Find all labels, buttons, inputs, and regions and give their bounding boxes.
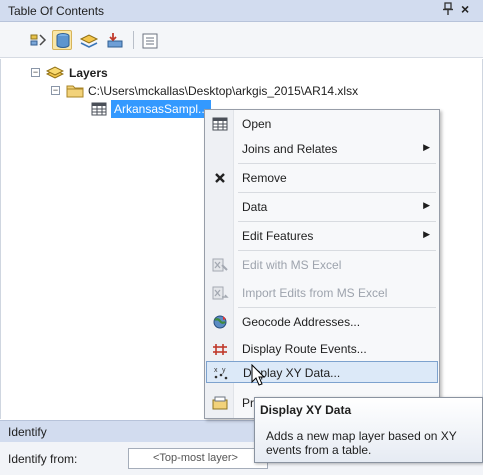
mouse-cursor-icon [251, 363, 267, 388]
table-icon [91, 102, 107, 121]
menu-item-data[interactable]: Data ▶ [206, 196, 438, 218]
menu-item-label: Display Route Events... [242, 342, 367, 356]
excel-edit-icon [211, 257, 229, 273]
toc-toolbar [0, 22, 483, 58]
list-by-selection-icon[interactable] [104, 30, 124, 50]
menu-item-import-edits-excel[interactable]: Import Edits from MS Excel [206, 282, 438, 304]
collapse-icon[interactable]: − [31, 68, 40, 77]
layers-label: Layers [69, 66, 108, 80]
menu-item-label: Geocode Addresses... [242, 315, 361, 329]
menu-item-label: Data [242, 200, 268, 214]
identify-from-dropdown[interactable]: <Top-most layer> [128, 448, 268, 469]
menu-separator [238, 250, 436, 251]
toolbar-separator [133, 31, 134, 49]
menu-item-display-xy-data[interactable]: xy Display XY Data... [206, 361, 438, 383]
menu-item-edit-with-excel[interactable]: Edit with MS Excel [206, 254, 438, 276]
folder-path: C:\Users\mckallas\Desktop\arkgis_2015\AR… [88, 84, 359, 98]
excel-import-icon [211, 285, 229, 301]
route-events-icon [211, 341, 229, 357]
folder-icon [66, 83, 84, 104]
selected-table-label[interactable]: ArkansasSampl... [111, 100, 212, 118]
geocode-icon [211, 314, 229, 330]
xy-data-icon: xy [212, 365, 230, 381]
menu-item-joins-and-relates[interactable]: Joins and Relates ▶ [206, 138, 438, 160]
properties-icon [211, 395, 229, 411]
menu-separator [238, 163, 436, 164]
list-by-source-icon[interactable] [52, 30, 72, 50]
list-by-visibility-icon[interactable] [78, 30, 99, 50]
layers-icon [45, 65, 65, 86]
table-icon [211, 116, 229, 132]
submenu-arrow-icon: ▶ [423, 229, 430, 239]
menu-item-edit-features[interactable]: Edit Features ▶ [206, 225, 438, 247]
collapse-icon[interactable]: − [51, 86, 60, 95]
menu-item-geocode-addresses[interactable]: Geocode Addresses... [206, 311, 438, 333]
menu-separator [238, 221, 436, 222]
tooltip-title: Display XY Data [260, 403, 352, 417]
identify-title: Identify [8, 425, 47, 439]
pin-icon[interactable] [442, 2, 454, 19]
close-icon[interactable]: × [461, 1, 469, 17]
options-icon[interactable] [139, 30, 159, 50]
menu-item-label: Edit with MS Excel [242, 258, 342, 272]
tooltip: Display XY Data Adds a new map layer bas… [254, 397, 483, 463]
svg-text:y: y [222, 367, 226, 374]
menu-item-label: Import Edits from MS Excel [242, 286, 388, 300]
menu-item-remove[interactable]: Remove [206, 167, 438, 189]
context-menu: Open Joins and Relates ▶ Remove Data ▶ E… [204, 109, 440, 419]
menu-item-label: Joins and Relates [242, 142, 338, 156]
submenu-arrow-icon: ▶ [423, 142, 430, 152]
menu-item-label: Pr [242, 396, 254, 410]
menu-item-label: Open [242, 117, 272, 131]
tooltip-description: Adds a new map layer based on XY events … [266, 429, 457, 457]
list-by-drawing-order-icon[interactable] [27, 30, 47, 50]
menu-item-display-route-events[interactable]: Display Route Events... [206, 338, 438, 360]
toc-titlebar: Table Of Contents × [0, 0, 483, 22]
remove-icon [211, 170, 229, 186]
menu-item-label: Edit Features [242, 229, 314, 243]
identify-from-label: Identify from: [8, 452, 78, 466]
menu-item-label: Remove [242, 171, 287, 185]
svg-text:x: x [214, 367, 218, 374]
submenu-arrow-icon: ▶ [423, 200, 430, 210]
toc-title: Table Of Contents [8, 4, 105, 18]
menu-separator [238, 307, 436, 308]
menu-item-open[interactable]: Open [206, 113, 438, 135]
menu-separator [238, 192, 436, 193]
